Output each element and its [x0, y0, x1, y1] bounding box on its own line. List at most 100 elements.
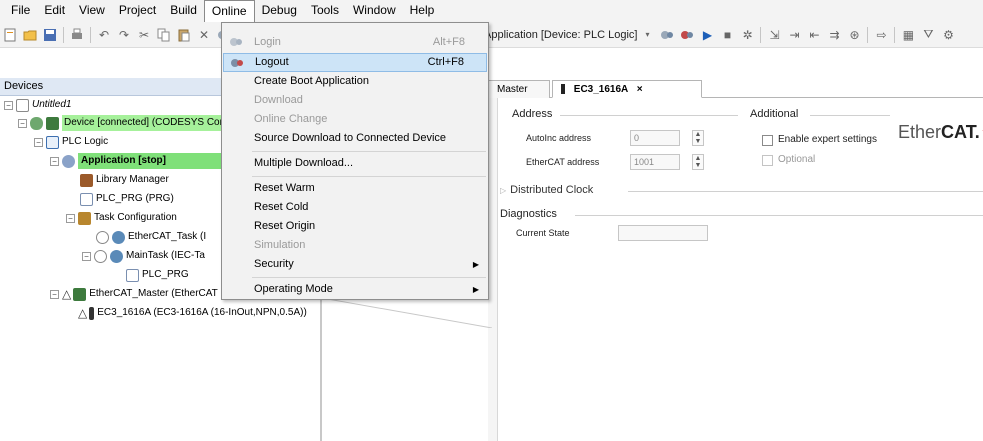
tree-node-ethercat-master[interactable]: − △ EtherCAT_Master (EtherCAT M	[50, 286, 229, 302]
close-icon[interactable]: ×	[637, 84, 643, 95]
tree-node-plc-prg[interactable]: PLC_PRG (PRG)	[80, 191, 174, 207]
menu-item-label: Logout	[255, 56, 289, 68]
editor-background-line	[322, 298, 492, 328]
open-folder-icon[interactable]	[22, 27, 38, 43]
autoinc-spinner[interactable]: ▲ ▼	[692, 130, 704, 146]
logout-icon[interactable]	[679, 27, 695, 43]
delete-icon[interactable]: ✕	[196, 27, 212, 43]
redo-icon[interactable]: ↷	[116, 27, 132, 43]
tree-label: EtherCAT_Task (I	[128, 231, 207, 242]
tree-node-ec3-1616a[interactable]: △ EC3_1616A (EC3-1616A (16-InOut,NPN,0.5…	[78, 305, 307, 321]
tree-node-main-task[interactable]: − MainTask (IEC-Ta	[82, 248, 205, 264]
tree-node-plc-prg-call[interactable]: PLC_PRG	[126, 267, 189, 283]
print-icon[interactable]	[69, 27, 85, 43]
undo-icon[interactable]: ↶	[96, 27, 112, 43]
menu-online[interactable]: Online	[203, 0, 255, 22]
menu-item-reset-warm[interactable]: Reset Warm	[223, 179, 487, 198]
forward-icon[interactable]: ⇨	[873, 27, 889, 43]
menu-item-source-download[interactable]: Source Download to Connected Device	[223, 129, 487, 148]
stop-icon[interactable]: ■	[719, 27, 735, 43]
autoinc-address-field[interactable]: 0	[630, 130, 680, 146]
collapse-icon[interactable]: −	[34, 137, 43, 147]
save-icon[interactable]	[42, 27, 58, 43]
tree-node-device[interactable]: − Device [connected] (CODESYS Cor	[18, 115, 225, 131]
new-project-icon[interactable]	[2, 27, 18, 43]
login-icon[interactable]	[659, 27, 675, 43]
diagnostics-section-title: Diagnostics	[500, 208, 557, 220]
menu-window[interactable]: Window	[346, 0, 403, 22]
chevron-down-icon[interactable]: ▾	[639, 27, 655, 43]
collapse-icon[interactable]: −	[82, 251, 91, 261]
section-divider	[810, 115, 890, 116]
tab-ethercat-master[interactable]: Master	[488, 80, 550, 98]
toolbar-separator	[894, 26, 896, 43]
tree-label: PLC Logic	[62, 136, 109, 147]
distributed-clock-label: Distributed Clock	[510, 184, 594, 196]
menu-build[interactable]: Build	[163, 0, 204, 22]
collapse-icon[interactable]: −	[18, 118, 27, 128]
menu-item-operating-mode[interactable]: Operating Mode ▶	[223, 280, 487, 299]
menu-item-label: Reset Warm	[254, 182, 315, 194]
tab-ec3-1616a[interactable]: EC3_1616A ×	[552, 80, 702, 98]
step-into-icon[interactable]: ⇥	[786, 27, 802, 43]
menu-file[interactable]: File	[4, 0, 37, 22]
menu-item-create-boot-application[interactable]: Create Boot Application	[223, 72, 487, 91]
filter-icon[interactable]: ⛛	[920, 27, 936, 43]
menu-edit[interactable]: Edit	[37, 0, 72, 22]
run-to-cursor-icon[interactable]: ⇉	[826, 27, 842, 43]
tree-node-task-configuration[interactable]: − Task Configuration	[66, 210, 177, 226]
tree-node-project[interactable]: − Untitled1	[4, 97, 71, 113]
breakpoint-icon[interactable]: ⊛	[846, 27, 862, 43]
logo-text: Ether	[898, 122, 942, 142]
menu-item-label: Simulation	[254, 239, 306, 251]
program-icon	[80, 192, 93, 206]
menu-item-reset-origin[interactable]: Reset Origin	[223, 217, 487, 236]
submenu-arrow-icon: ▶	[472, 260, 479, 269]
enable-expert-settings-checkbox[interactable]	[762, 135, 773, 146]
menu-item-label: Online Change	[254, 113, 328, 125]
tree-node-plc-logic[interactable]: − PLC Logic	[34, 134, 108, 150]
collapse-icon[interactable]: −	[50, 156, 59, 166]
menu-project[interactable]: Project	[112, 0, 163, 22]
ethercat-address-label: EtherCAT address	[526, 157, 600, 167]
tree-node-ethercat-task[interactable]: EtherCAT_Task (I	[96, 229, 206, 245]
step-over-icon[interactable]: ⇲	[766, 27, 782, 43]
monitor-icon[interactable]: ▦	[900, 27, 916, 43]
menu-separator	[252, 151, 486, 152]
collapse-icon[interactable]: −	[4, 100, 13, 110]
menu-item-label: Source Download to Connected Device	[254, 132, 447, 144]
menu-item-multiple-download[interactable]: Multiple Download...	[223, 154, 487, 173]
tree-label: PLC_PRG (PRG)	[96, 193, 174, 204]
copy-icon[interactable]	[156, 27, 172, 43]
step-out-icon[interactable]: ⇤	[806, 27, 822, 43]
menu-item-logout[interactable]: Logout Ctrl+F8	[223, 53, 487, 72]
reset-icon[interactable]: ✲	[739, 27, 755, 43]
paste-icon[interactable]	[176, 27, 192, 43]
collapse-icon[interactable]: −	[50, 289, 59, 299]
collapse-icon[interactable]: −	[66, 213, 75, 223]
menu-item-security[interactable]: Security ▶	[223, 255, 487, 274]
expand-arrow-icon[interactable]: ▷	[500, 186, 506, 195]
menu-help[interactable]: Help	[403, 0, 442, 22]
menu-tools[interactable]: Tools	[304, 0, 346, 22]
optional-checkbox	[762, 155, 773, 166]
task-icon	[112, 230, 125, 244]
ethercat-address-spinner[interactable]: ▲ ▼	[692, 154, 704, 170]
menu-debug[interactable]: Debug	[255, 0, 304, 22]
tree-label: Device [connected] (CODESYS Cor	[62, 115, 225, 131]
tree-label: Library Manager	[96, 174, 169, 185]
device-connected-icon	[30, 116, 43, 130]
ethercat-address-field[interactable]: 1001	[630, 154, 680, 170]
menu-view[interactable]: View	[72, 0, 112, 22]
current-state-field	[618, 225, 708, 241]
menu-item-label: Download	[254, 94, 303, 106]
menu-item-simulation: Simulation	[223, 236, 487, 255]
tree-node-library-manager[interactable]: Library Manager	[80, 172, 169, 188]
active-application-label[interactable]: Application [Device: PLC Logic]	[484, 29, 637, 41]
cut-icon[interactable]: ✂	[136, 27, 152, 43]
menu-item-reset-cold[interactable]: Reset Cold	[223, 198, 487, 217]
start-icon[interactable]: ▶	[699, 27, 715, 43]
distributed-clock-section[interactable]: ▷ Distributed Clock	[500, 184, 593, 196]
optional-label: Optional	[778, 154, 816, 165]
settings-icon[interactable]: ⚙	[940, 27, 956, 43]
